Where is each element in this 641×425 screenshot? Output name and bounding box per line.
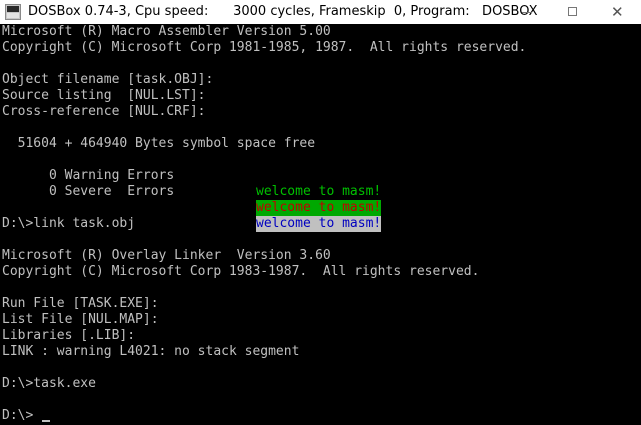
- maximize-button[interactable]: [550, 0, 596, 24]
- console-line: 0 Severe Errors: [2, 184, 175, 199]
- console-line: Libraries [.LIB]:: [2, 328, 136, 343]
- close-button[interactable]: ✕: [595, 0, 641, 24]
- console-line: LINK : warning L4021: no stack segment: [2, 344, 300, 359]
- console-line: Object filename [task.OBJ]:: [2, 72, 214, 87]
- welcome-message-blue-on-gray: welcome to masm!: [256, 216, 382, 232]
- console-line: 0 Warning Errors: [2, 168, 175, 183]
- maximize-icon: [568, 7, 577, 16]
- title-bar[interactable]: DOSBox 0.74-3, Cpu speed: 3000 cycles, F…: [0, 0, 641, 24]
- console-line: D:\>link task.obj: [2, 216, 136, 231]
- welcome-message-red-on-green: welcome to masm!: [256, 200, 382, 216]
- minimize-button[interactable]: [504, 0, 550, 24]
- text-cursor: [42, 420, 50, 422]
- console-line: Microsoft (R) Overlay Linker Version 3.6…: [2, 248, 331, 263]
- dos-console[interactable]: Microsoft (R) Macro Assembler Version 5.…: [0, 24, 641, 425]
- dosbox-app-icon[interactable]: [5, 4, 21, 20]
- console-line: D:\>task.exe: [2, 376, 96, 391]
- console-line: Cross-reference [NUL.CRF]:: [2, 104, 206, 119]
- console-line: List File [NUL.MAP]:: [2, 312, 159, 327]
- console-line: Copyright (C) Microsoft Corp 1983-1987. …: [2, 264, 480, 279]
- close-icon: ✕: [611, 3, 624, 21]
- console-prompt: D:\>: [2, 408, 42, 423]
- dosbox-window: DOSBox 0.74-3, Cpu speed: 3000 cycles, F…: [0, 0, 641, 425]
- console-line: Microsoft (R) Macro Assembler Version 5.…: [2, 24, 331, 39]
- welcome-message-green: welcome to masm!: [256, 184, 382, 200]
- console-line: Copyright (C) Microsoft Corp 1981-1985, …: [2, 40, 527, 55]
- console-line: 51604 + 464940 Bytes symbol space free: [2, 136, 316, 151]
- minimize-icon: [522, 12, 532, 13]
- window-title: DOSBox 0.74-3, Cpu speed: 3000 cycles, F…: [28, 4, 538, 19]
- console-line: Source listing [NUL.LST]:: [2, 88, 206, 103]
- console-line: Run File [TASK.EXE]:: [2, 296, 159, 311]
